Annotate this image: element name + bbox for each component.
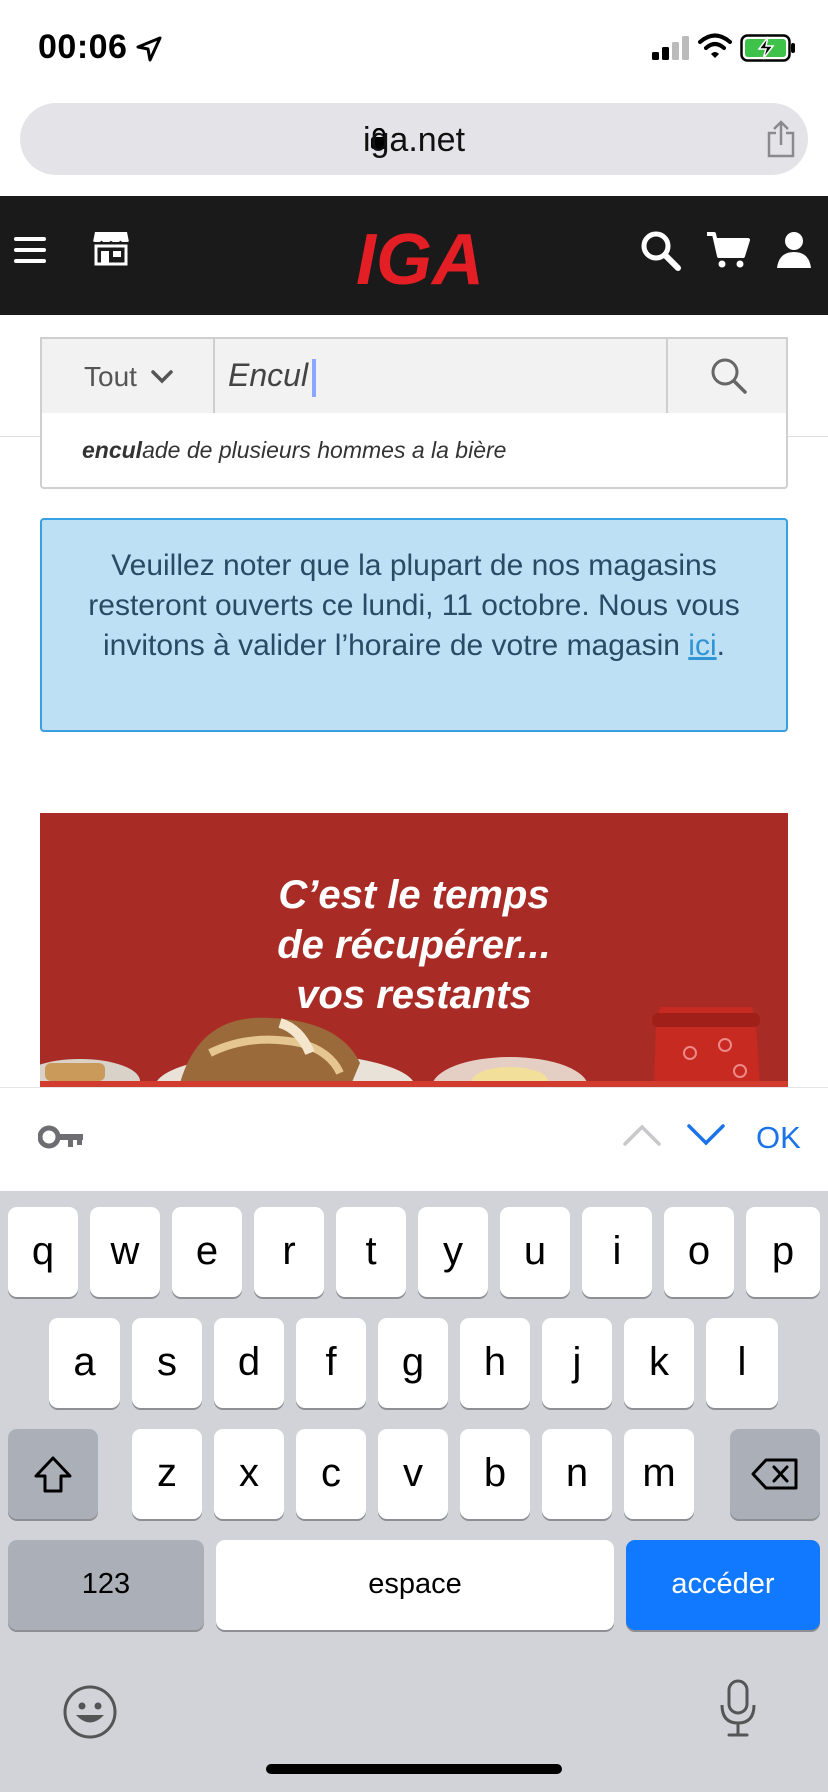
key-k[interactable]: k bbox=[624, 1318, 694, 1408]
text-caret bbox=[312, 358, 317, 397]
key-l[interactable]: l bbox=[706, 1318, 778, 1408]
backspace-key[interactable] bbox=[730, 1429, 820, 1519]
emoji-icon[interactable] bbox=[62, 1684, 118, 1740]
key-z[interactable]: z bbox=[132, 1429, 202, 1519]
search-query-text: Encul bbox=[228, 357, 309, 393]
store-icon[interactable] bbox=[92, 230, 130, 266]
key-p[interactable]: p bbox=[746, 1207, 820, 1297]
space-key[interactable]: espace bbox=[216, 1540, 614, 1630]
search-input[interactable]: Encul bbox=[228, 339, 668, 413]
key-x[interactable]: x bbox=[214, 1429, 284, 1519]
home-indicator[interactable] bbox=[266, 1764, 562, 1774]
location-arrow-icon bbox=[136, 36, 162, 62]
suggestion-rest: ade de plusieurs hommes a la bière bbox=[142, 437, 507, 463]
go-key[interactable]: accéder bbox=[626, 1540, 820, 1630]
search-scope-select[interactable]: Tout bbox=[42, 339, 215, 413]
svg-text:IGA: IGA bbox=[356, 224, 484, 290]
ok-button[interactable]: OK bbox=[756, 1120, 801, 1156]
virtual-keyboard: q w e r t y u i o p a s d f g h j k l z … bbox=[0, 1191, 828, 1792]
user-icon[interactable] bbox=[776, 230, 812, 270]
search-box: Tout Encul bbox=[40, 337, 788, 415]
key-c[interactable]: c bbox=[296, 1429, 366, 1519]
search-submit-icon[interactable] bbox=[710, 357, 748, 395]
key-u[interactable]: u bbox=[500, 1207, 570, 1297]
food-illustration bbox=[40, 1007, 788, 1087]
chevron-down-icon[interactable] bbox=[686, 1122, 726, 1148]
search-suggestion[interactable]: enculade de plusieurs hommes a la bière bbox=[40, 413, 788, 489]
key-v[interactable]: v bbox=[378, 1429, 448, 1519]
share-icon[interactable] bbox=[764, 119, 798, 159]
key-y[interactable]: y bbox=[418, 1207, 488, 1297]
notice-link[interactable]: ici bbox=[688, 629, 716, 662]
key-a[interactable]: a bbox=[49, 1318, 120, 1408]
banner-line-1: C’est le temps bbox=[278, 873, 550, 917]
key-n[interactable]: n bbox=[542, 1429, 612, 1519]
key-h[interactable]: h bbox=[460, 1318, 530, 1408]
battery-charging-icon bbox=[740, 34, 795, 62]
chevron-up-icon[interactable] bbox=[622, 1122, 662, 1148]
status-bar: 00:06 bbox=[0, 0, 828, 100]
search-scope-label: Tout bbox=[84, 361, 137, 392]
key-s[interactable]: s bbox=[132, 1318, 202, 1408]
keyboard-accessory-bar: OK bbox=[0, 1087, 828, 1191]
banner-line-2: de récupérer... bbox=[277, 923, 551, 967]
status-time: 00:06 bbox=[38, 28, 128, 66]
cart-icon[interactable] bbox=[706, 230, 750, 270]
notice-text: Veuillez noter que la plupart de nos mag… bbox=[88, 549, 740, 662]
key-b[interactable]: b bbox=[460, 1429, 530, 1519]
key-m[interactable]: m bbox=[624, 1429, 694, 1519]
numbers-key[interactable]: 123 bbox=[8, 1540, 204, 1630]
shift-icon bbox=[34, 1456, 72, 1493]
address-bar[interactable]: iga.net bbox=[20, 103, 808, 175]
key-j[interactable]: j bbox=[542, 1318, 612, 1408]
iga-logo[interactable]: IGA bbox=[350, 224, 490, 290]
key-f[interactable]: f bbox=[296, 1318, 366, 1408]
backspace-icon bbox=[751, 1458, 798, 1490]
promo-banner[interactable]: C’est le temps de récupérer... vos resta… bbox=[40, 813, 788, 1087]
menu-icon[interactable] bbox=[14, 236, 46, 264]
key-t[interactable]: t bbox=[336, 1207, 406, 1297]
key-r[interactable]: r bbox=[254, 1207, 324, 1297]
suggestion-match: encul bbox=[82, 437, 143, 463]
notice-end: . bbox=[716, 629, 725, 662]
key-e[interactable]: e bbox=[172, 1207, 242, 1297]
url-text: iga.net bbox=[362, 121, 466, 159]
site-header: IGA bbox=[0, 196, 828, 315]
key-o[interactable]: o bbox=[664, 1207, 734, 1297]
chevron-down-icon bbox=[151, 370, 173, 384]
key-d[interactable]: d bbox=[214, 1318, 284, 1408]
key-i[interactable]: i bbox=[582, 1207, 652, 1297]
key-g[interactable]: g bbox=[378, 1318, 448, 1408]
search-icon[interactable] bbox=[640, 230, 682, 272]
key-icon[interactable] bbox=[38, 1124, 84, 1150]
key-w[interactable]: w bbox=[90, 1207, 160, 1297]
shift-key[interactable] bbox=[8, 1429, 98, 1519]
microphone-icon[interactable] bbox=[718, 1679, 758, 1739]
key-q[interactable]: q bbox=[8, 1207, 78, 1297]
wifi-icon bbox=[698, 33, 732, 58]
store-hours-notice: Veuillez noter que la plupart de nos mag… bbox=[40, 518, 788, 732]
cellular-signal-icon bbox=[652, 36, 689, 60]
